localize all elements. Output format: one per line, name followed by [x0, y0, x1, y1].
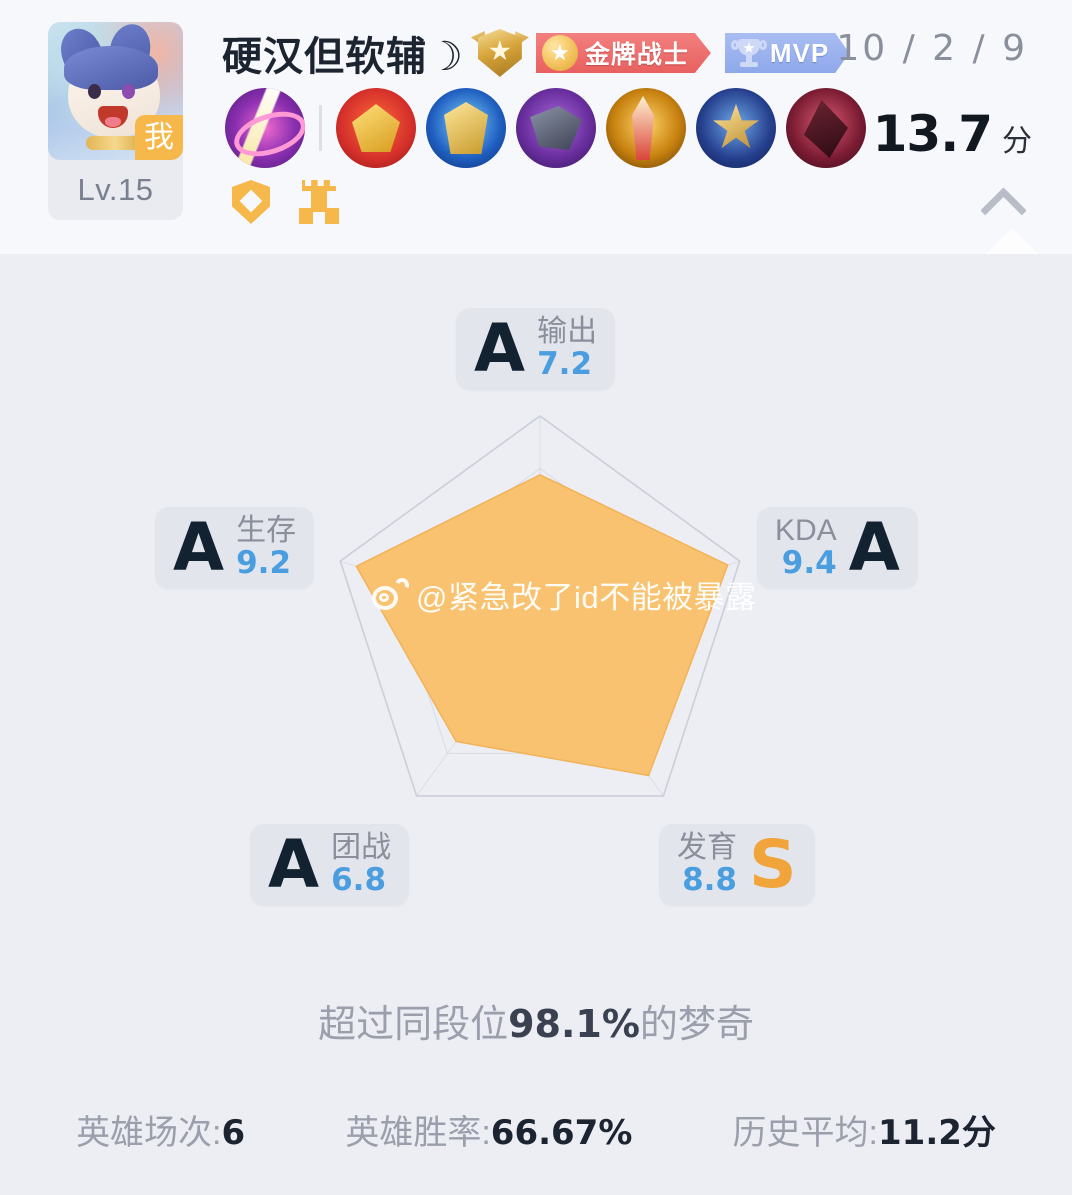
stat-grade-kda: A — [848, 508, 900, 586]
item-crimson-blade-icon[interactable] — [786, 88, 866, 168]
summoner-flash-icon[interactable] — [225, 88, 305, 168]
footer-stat-matches: 英雄场次:6 — [76, 1105, 245, 1154]
stat-grade-teamfight: A — [268, 825, 320, 903]
avatar-eye-left — [88, 84, 101, 99]
rank-emblem-icon — [470, 29, 529, 77]
stat-value-output: 7.2 — [537, 346, 593, 383]
match-score: 13.7 分 — [873, 105, 1032, 163]
footer-value-winrate: 66.67% — [490, 1113, 633, 1153]
stat-chip-develop[interactable]: 发育 8.8 S — [659, 824, 815, 906]
equipment-row — [225, 88, 866, 168]
stat-value-survival: 9.2 — [236, 545, 292, 582]
stat-label-develop: 发育 — [677, 831, 737, 864]
badge-mvp-label: MVP — [769, 37, 830, 68]
footer-value-average: 11.2分 — [878, 1113, 996, 1153]
item-blue-armor-icon[interactable] — [426, 88, 506, 168]
radar-chart: A 输出 7.2 A 生存 9.2 KDA 9.4 A A 团战 6.8 发育 … — [0, 254, 1072, 974]
me-tag: 我 — [135, 115, 183, 160]
stat-grade-develop: S — [749, 825, 797, 903]
kda-summary: 10 / 2 / 9 — [836, 28, 1028, 69]
stat-grade-output: A — [474, 309, 526, 387]
trophy-icon — [732, 36, 766, 70]
footer-label-winrate: 英雄胜率: — [345, 1114, 491, 1152]
item-gold-star-icon[interactable] — [696, 88, 776, 168]
stat-value-teamfight: 6.8 — [331, 862, 387, 899]
stat-label-output: 输出 — [537, 315, 598, 348]
honor-badges — [232, 180, 340, 224]
percentile-suffix: 的梦奇 — [639, 1004, 754, 1046]
badge-mvp[interactable]: MVP — [725, 33, 849, 73]
avatar-tongue — [105, 117, 121, 127]
item-red-crown-icon[interactable] — [336, 88, 416, 168]
item-purple-axe-icon[interactable] — [516, 88, 596, 168]
stat-chip-kda[interactable]: KDA 9.4 A — [757, 507, 918, 589]
item-gold-blade-icon[interactable] — [606, 88, 686, 168]
stat-value-develop: 8.8 — [682, 862, 737, 899]
footer-label-matches: 英雄场次: — [76, 1114, 222, 1152]
percentile-value: 98.1% — [508, 1002, 640, 1046]
footer-stats: 英雄场次:6 英雄胜率:66.67% 历史平均:11.2分 — [0, 1105, 1072, 1154]
percentile-line: 超过同段位98.1%的梦奇 — [0, 993, 1072, 1048]
stat-label-kda: KDA — [775, 514, 837, 547]
items-divider — [319, 105, 322, 151]
footer-value-matches: 6 — [221, 1113, 246, 1153]
avatar-image: 我 — [48, 22, 183, 160]
footer-stat-winrate: 英雄胜率:66.67% — [345, 1105, 632, 1154]
stat-chip-survival[interactable]: A 生存 9.2 — [155, 507, 315, 589]
badge-gold-warrior[interactable]: 金牌战士 — [536, 33, 711, 73]
score-value: 13.7 — [872, 105, 993, 163]
avatar-hair — [64, 46, 158, 90]
name-row: 硬汉但软辅☽ 金牌战士 MVP — [222, 24, 849, 82]
percentile-prefix: 超过同段位 — [318, 1004, 509, 1046]
player-header: 我 Lv.15 硬汉但软辅☽ 金牌战士 MVP 10 / 2 / 9 13.7 … — [0, 0, 1072, 254]
footer-label-average: 历史平均: — [732, 1114, 878, 1152]
panel-notch — [986, 228, 1038, 254]
stat-chip-output[interactable]: A 输出 7.2 — [456, 308, 616, 390]
chevron-up-icon[interactable] — [984, 190, 1028, 214]
radar-area — [355, 473, 729, 777]
match-score-card: 我 Lv.15 硬汉但软辅☽ 金牌战士 MVP 10 / 2 / 9 13.7 … — [0, 0, 1072, 1195]
stat-label-survival: 生存 — [236, 514, 297, 547]
stat-label-teamfight: 团战 — [331, 831, 392, 864]
stat-value-kda: 9.4 — [781, 545, 837, 582]
score-unit: 分 — [1002, 125, 1032, 158]
stat-chip-teamfight[interactable]: A 团战 6.8 — [250, 824, 410, 906]
player-name[interactable]: 硬汉但软辅☽ — [222, 24, 464, 82]
player-level: Lv.15 — [77, 172, 154, 207]
stat-grade-survival: A — [173, 508, 225, 586]
avatar-block[interactable]: 我 Lv.15 — [48, 22, 183, 220]
badge-gold-warrior-label: 金牌战士 — [584, 41, 689, 69]
shield-icon[interactable] — [232, 180, 270, 224]
avatar-eye-right — [122, 84, 135, 99]
tower-icon[interactable] — [298, 180, 340, 224]
medal-icon — [542, 35, 578, 71]
footer-stat-average: 历史平均:11.2分 — [733, 1105, 996, 1154]
